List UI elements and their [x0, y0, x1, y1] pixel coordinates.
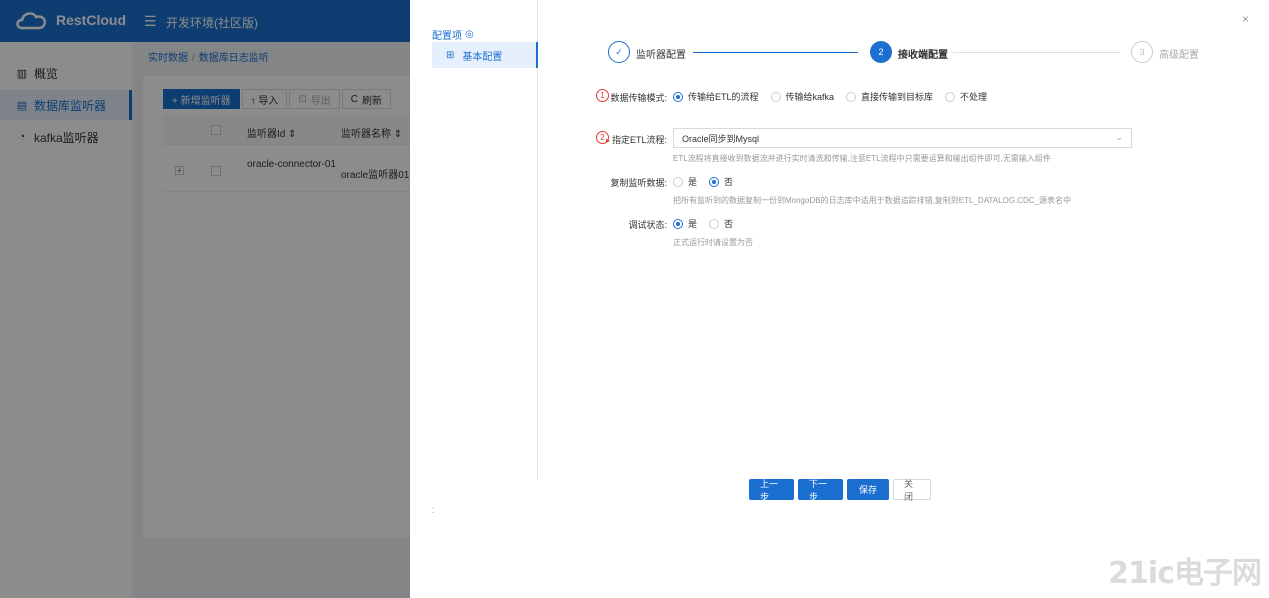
radio-label: 传输给ETL的流程: [688, 92, 759, 102]
grid-icon: ⊞: [446, 49, 455, 61]
radio-dot[interactable]: [945, 91, 956, 102]
radio-label: 否: [724, 177, 734, 187]
radio-option[interactable]: 传输给kafka: [770, 90, 835, 103]
config-nav-title-label: 配置项: [432, 31, 462, 42]
step-1-label: 监听器配置: [636, 50, 686, 61]
save-button[interactable]: 保存: [847, 479, 889, 500]
radio-dot[interactable]: [709, 218, 720, 229]
step-1-check-icon: ✓: [608, 41, 630, 63]
config-nav: 配置项 ◎ ⊞ 基本配置: [410, 0, 538, 480]
copy-data-label: 复制监听数据:: [610, 178, 667, 188]
watermark: 21ic电子网: [1108, 556, 1262, 591]
radio-option[interactable]: 直接传输到目标库: [846, 90, 933, 103]
etl-flow-select-value: Oracle同步到Mysql: [682, 133, 760, 144]
debug-state-hint: 正式运行时请设置为否: [673, 238, 753, 247]
config-nav-item-label: 基本配置: [462, 51, 503, 63]
transfer-mode-radio-group: 传输给ETL的流程 传输给kafka 直接传输到目标库 不处理: [673, 90, 999, 103]
copy-data-radio-group: 是 否: [673, 175, 745, 188]
config-nav-item-basic[interactable]: ⊞ 基本配置: [432, 42, 538, 68]
config-drawer: × 配置项 ◎ ⊞ 基本配置 : ✓ 监听器配置 2 接收端配置 3 高级配置 …: [410, 0, 1269, 598]
copy-data-hint: 把所有监听到的数据复制一份到MongoDB的日志库中适用于数据追踪排错,复制到E…: [673, 196, 1071, 205]
etl-flow-hint: ETL流程将直接收到数据流并进行实时清洗和传输,注意ETL流程中只需要运算和输出…: [673, 154, 1051, 163]
etl-flow-label-text: 指定ETL流程:: [611, 135, 667, 145]
step-3-number: 3: [1131, 41, 1153, 63]
radio-option[interactable]: 是: [673, 217, 697, 230]
radio-option[interactable]: 不处理: [945, 90, 987, 103]
radio-dot[interactable]: [846, 91, 857, 102]
radio-label: 直接传输到目标库: [861, 92, 934, 102]
radio-option[interactable]: 是: [673, 175, 697, 188]
etl-flow-label: ▸ 指定ETL流程:: [567, 133, 667, 146]
radio-dot[interactable]: [770, 91, 781, 102]
radio-dot[interactable]: [673, 218, 683, 229]
radio-option[interactable]: 否: [709, 217, 733, 230]
colon-text: :: [432, 505, 435, 516]
target-icon: ◎: [465, 29, 474, 40]
transfer-mode-label: 数据传输模式:: [610, 93, 667, 103]
etl-flow-select[interactable]: Oracle同步到Mysql ⌄: [673, 128, 1132, 148]
radio-dot[interactable]: [709, 176, 720, 187]
radio-label: 是: [688, 219, 698, 229]
prev-step-button[interactable]: 上一步: [749, 479, 794, 502]
radio-label: 传输给kafka: [785, 92, 835, 102]
required-icon: ▸: [605, 136, 610, 145]
radio-label: 否: [724, 219, 734, 229]
close-icon[interactable]: ×: [1242, 12, 1249, 26]
close-button[interactable]: 关 闭: [893, 479, 931, 502]
debug-state-label: 调试状态:: [628, 220, 667, 230]
steps: ✓ 监听器配置 2 接收端配置 3 高级配置: [608, 41, 1208, 65]
step-2-number: 2: [870, 41, 892, 63]
step-3-label: 高级配置: [1159, 50, 1199, 61]
step-connector: [953, 52, 1120, 53]
step-connector: [693, 52, 858, 53]
step-2-label: 接收端配置: [898, 50, 948, 61]
drawer-actions: 上一步 下一步 保存 关 闭: [749, 479, 931, 502]
radio-label: 是: [688, 177, 698, 187]
radio-option[interactable]: 否: [709, 175, 733, 188]
radio-dot[interactable]: [673, 176, 683, 187]
radio-dot[interactable]: [673, 91, 683, 102]
next-step-button[interactable]: 下一步: [798, 479, 843, 502]
radio-label: 不处理: [960, 92, 988, 102]
radio-option[interactable]: 传输给ETL的流程: [673, 90, 759, 103]
modal-mask[interactable]: [0, 0, 410, 598]
config-nav-title: 配置项 ◎: [432, 27, 474, 42]
debug-state-radio-group: 是 否: [673, 217, 745, 230]
chevron-down-icon: ⌄: [1115, 132, 1123, 142]
